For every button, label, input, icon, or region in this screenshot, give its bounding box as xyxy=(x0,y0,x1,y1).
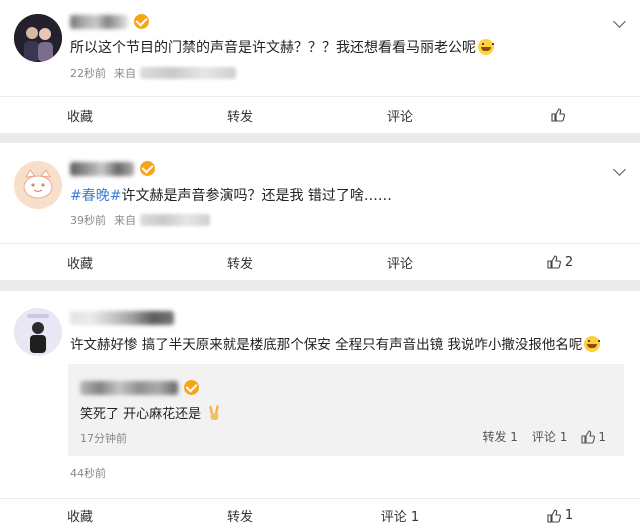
more-chevron-icon[interactable] xyxy=(613,15,626,28)
post-time[interactable]: 39秒前 xyxy=(70,212,106,228)
like-thumb-icon xyxy=(581,429,596,444)
action-bar: 收藏 转发 评论 2 xyxy=(0,243,640,280)
comment-button[interactable]: 评论 xyxy=(320,106,480,125)
repost-button[interactable]: 转发 xyxy=(160,253,320,272)
comment-button[interactable]: 评论 1 xyxy=(320,506,480,525)
quoted-repost-button[interactable]: 转发 1 xyxy=(482,428,517,445)
quoted-text: 笑死了 开心麻花还是 xyxy=(80,403,222,422)
post-source-label: 来自 xyxy=(114,214,136,227)
username-row xyxy=(70,14,149,29)
verified-badge-icon xyxy=(140,161,155,176)
verified-badge-icon xyxy=(134,14,149,29)
collect-button[interactable]: 收藏 xyxy=(0,506,160,525)
like-button[interactable] xyxy=(480,108,640,122)
action-bar: 收藏 转发 评论 1 1 xyxy=(0,498,640,532)
quoted-post[interactable]: 笑死了 开心麻花还是 17分钟前 转发 1 评论 1 1 xyxy=(68,364,624,456)
quoted-username-row xyxy=(80,380,199,395)
like-thumb-icon xyxy=(547,255,561,269)
post-meta: 22秒前 来自 xyxy=(70,65,236,81)
avatar[interactable] xyxy=(14,308,62,356)
post-time[interactable]: 44秒前 xyxy=(70,465,106,481)
like-button[interactable]: 2 xyxy=(480,255,640,270)
repost-button[interactable]: 转发 xyxy=(160,506,320,525)
comment-button[interactable]: 评论 xyxy=(320,253,480,272)
post-text: 许文赫好惨 搞了半天原来就是楼底那个保安 全程只有声音出镜 我说咋小撒没报他名呢 xyxy=(70,333,601,353)
post-source-blurred[interactable] xyxy=(140,67,236,79)
verified-badge-icon xyxy=(184,380,199,395)
post-text: #春晚#许文赫是声音参演吗？还是我 错过了啥…… xyxy=(70,188,392,204)
quoted-meta: 17分钟前 xyxy=(80,430,127,446)
action-bar: 收藏 转发 评论 xyxy=(0,96,640,133)
post-time[interactable]: 22秒前 xyxy=(70,65,106,81)
post-meta: 39秒前 来自 xyxy=(70,212,210,228)
quoted-actions: 转发 1 评论 1 1 xyxy=(482,428,606,445)
post-card-1: 所以这个节目的门禁的声音是许文赫？？？我还想看看马丽老公呢 22秒前 来自 收藏… xyxy=(0,0,640,133)
avatar[interactable] xyxy=(14,161,62,209)
victory-hand-icon xyxy=(208,405,222,421)
post-source-label: 来自 xyxy=(114,67,136,80)
username-row xyxy=(70,161,155,176)
post-source-blurred[interactable] xyxy=(140,214,210,226)
quoted-username-blurred[interactable] xyxy=(80,380,178,395)
avatar[interactable] xyxy=(14,14,62,62)
username-blurred[interactable] xyxy=(70,311,174,325)
quoted-like-button[interactable]: 1 xyxy=(581,430,606,444)
quoted-comment-button[interactable]: 评论 1 xyxy=(532,428,567,445)
repost-button[interactable]: 转发 xyxy=(160,106,320,125)
post-text: 所以这个节目的门禁的声音是许文赫？？？我还想看看马丽老公呢 xyxy=(70,37,494,57)
laugh-emoji-icon xyxy=(478,39,494,55)
collect-button[interactable]: 收藏 xyxy=(0,106,160,125)
like-thumb-icon xyxy=(551,108,565,122)
username-row xyxy=(70,311,174,325)
post-card-2: #春晚#许文赫是声音参演吗？还是我 错过了啥…… 39秒前 来自 收藏 转发 评… xyxy=(0,143,640,280)
cry-laugh-emoji-icon xyxy=(584,336,601,352)
collect-button[interactable]: 收藏 xyxy=(0,253,160,272)
quoted-time[interactable]: 17分钟前 xyxy=(80,430,127,446)
like-thumb-icon xyxy=(547,508,561,523)
like-button[interactable]: 1 xyxy=(480,508,640,523)
more-chevron-icon[interactable] xyxy=(613,163,626,176)
hashtag-link[interactable]: #春晚# xyxy=(70,188,121,204)
post-meta: 44秒前 xyxy=(70,465,106,481)
username-blurred[interactable] xyxy=(70,161,134,176)
username-blurred[interactable] xyxy=(70,14,128,29)
post-card-3: 许文赫好惨 搞了半天原来就是楼底那个保安 全程只有声音出镜 我说咋小撒没报他名呢… xyxy=(0,291,640,532)
